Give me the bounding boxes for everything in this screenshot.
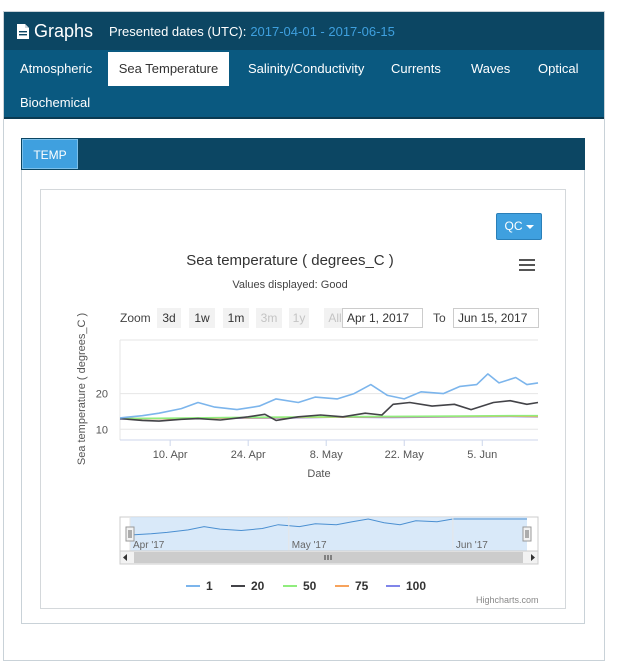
legend-item-75[interactable]: 75 [335,579,368,593]
legend-item-1[interactable]: 1 [186,579,213,593]
x-tick-label: 8. May [310,449,344,461]
series-line-1 [119,373,539,419]
chart-plot: 10 20 10. Apr 24. Apr 8. May 22. May 5. Jun Dat… [96,339,539,565]
x-tick-label: 5. Jun [467,449,497,461]
x-tick-label: 10. Apr [153,449,188,461]
navigator-handle-right[interactable] [522,526,532,542]
highcharts-credit[interactable]: Highcharts.com [476,595,539,605]
legend-item-100[interactable]: 100 [386,579,426,593]
legend-item-50[interactable]: 50 [283,579,316,593]
navigator-handle-left[interactable] [125,526,135,542]
navigator-label: Apr '17 [133,540,165,551]
x-axis-title: Date [307,468,330,480]
legend-swatch [386,585,400,587]
legend-label: 50 [303,579,317,593]
legend-label: 75 [355,579,369,593]
legend-label: 20 [251,579,265,593]
legend-swatch [186,585,200,587]
legend-label: 100 [406,579,427,593]
navigator-label: Jun '17 [456,540,488,551]
x-tick-label: 24. Apr [231,449,266,461]
y-tick-label: 10 [96,424,108,436]
y-tick-label: 20 [96,389,108,401]
navigator-label: May '17 [292,540,327,551]
legend-swatch [335,585,349,587]
legend-swatch [283,585,297,587]
x-tick-label: 22. May [385,449,425,461]
legend-swatch [231,585,245,587]
legend-item-20[interactable]: 20 [231,579,264,593]
legend-label: 1 [206,579,213,593]
